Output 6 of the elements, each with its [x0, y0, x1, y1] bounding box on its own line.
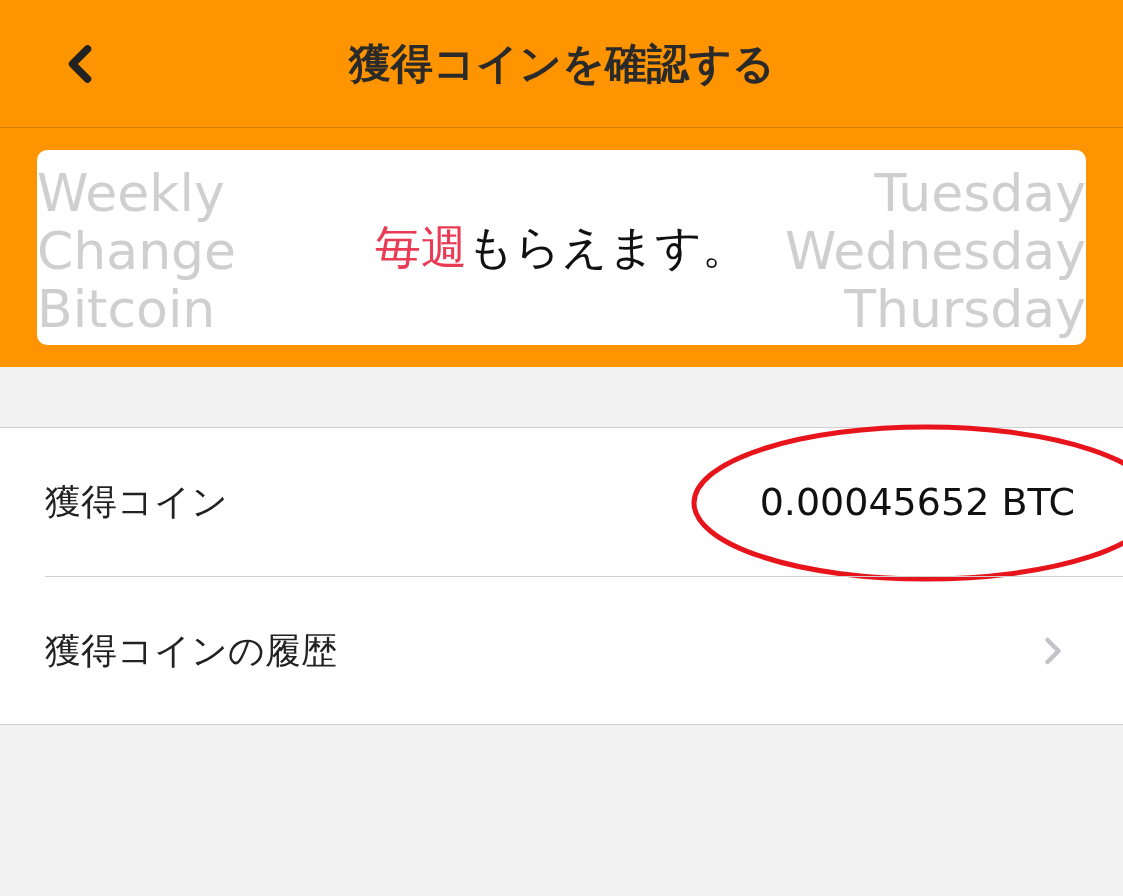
row-label: 獲得コイン [45, 480, 228, 524]
row-value: 0.00045652 BTC [759, 478, 1075, 526]
banner-message: もらえます。 [467, 219, 748, 276]
page-title: 獲得コインを確認する [348, 38, 775, 90]
row-label: 獲得コインの履歴 [45, 628, 337, 673]
highlight-text: 毎週 [375, 219, 467, 276]
